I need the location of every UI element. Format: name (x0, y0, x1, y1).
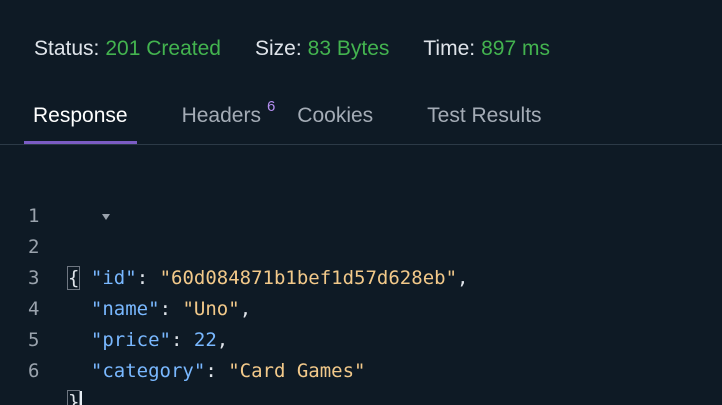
tab-headers-label: Headers (181, 104, 261, 127)
close-brace: } (66, 390, 81, 405)
tab-response[interactable]: Response (24, 92, 137, 144)
tab-response-label: Response (33, 104, 128, 127)
code-line: 6 } (0, 325, 722, 405)
code-text: } (66, 387, 83, 405)
tab-test-results[interactable]: Test Results (427, 92, 541, 144)
tab-test-results-label: Test Results (427, 104, 542, 127)
response-status-bar: Status: 201 Created Size: 83 Bytes Time:… (34, 36, 550, 62)
code-line: 3 "name": "Uno", (0, 232, 722, 320)
status-label: Status: (34, 37, 100, 60)
tab-cookies-label: Cookies (297, 104, 374, 127)
status-stat: Status: 201 Created (34, 37, 221, 61)
code-text: "category": "Card Games" (90, 360, 366, 382)
code-line: 4 "price": 22, (0, 263, 722, 351)
response-panel: Status: 201 Created Size: 83 Bytes Time:… (0, 0, 722, 405)
size-value: 83 Bytes (307, 37, 390, 60)
time-value: 897 ms (481, 37, 550, 60)
tab-cookies[interactable]: Cookies (297, 92, 373, 144)
size-stat: Size: 83 Bytes (255, 37, 389, 61)
json-key: category (102, 360, 194, 382)
tab-headers[interactable]: Headers 6 (182, 92, 276, 144)
headers-count-badge: 6 (266, 98, 276, 115)
tabs-divider (0, 144, 722, 145)
time-stat: Time: 897 ms (423, 37, 550, 61)
time-label: Time: (423, 37, 476, 60)
json-value: Card Games (239, 360, 355, 382)
code-line: 1 { (0, 170, 722, 290)
text-cursor (80, 390, 83, 405)
line-number: 6 (28, 360, 40, 382)
status-value: 201 Created (105, 37, 221, 60)
response-body-editor[interactable]: 1 { 2 "id": "60d084871b1bef1d57d628eb", … (0, 170, 722, 405)
code-line: 2 "id": "60d084871b1bef1d57d628eb", (0, 201, 722, 289)
size-label: Size: (254, 37, 302, 60)
code-line: 5 "category": "Card Games" (0, 294, 722, 382)
response-tabs: Response Headers 6 Cookies Test Results (24, 92, 542, 144)
